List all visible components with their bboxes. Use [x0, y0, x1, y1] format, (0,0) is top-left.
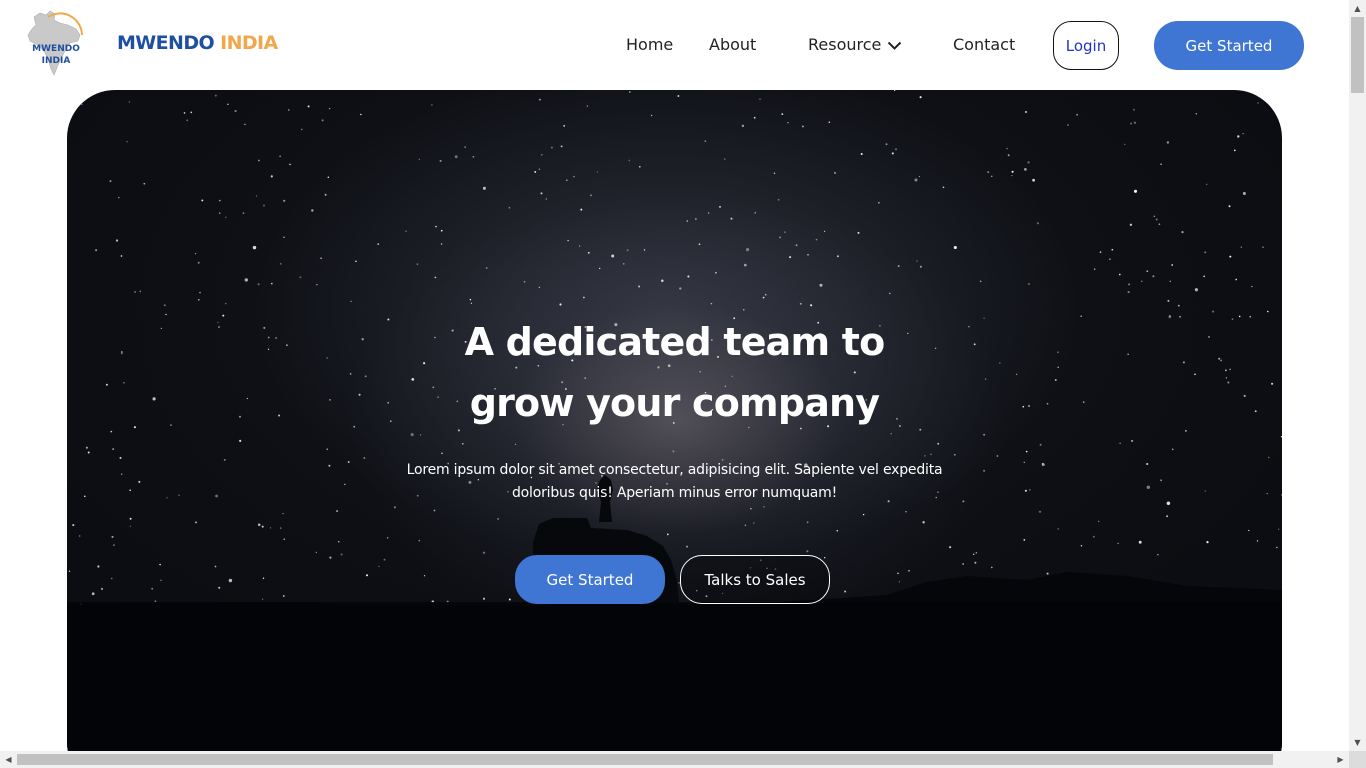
- arrow-left-icon[interactable]: ◀: [0, 751, 17, 768]
- hero-get-started-button[interactable]: Get Started: [515, 555, 665, 604]
- scrollbar-corner: [1349, 751, 1366, 768]
- hero-subtitle-line2: doloribus quis! Aperiam minus error numq…: [512, 485, 837, 501]
- hero-subtitle: Lorem ipsum dolor sit amet consectetur, …: [367, 459, 982, 505]
- logo-text-line2: INDIA: [41, 56, 71, 66]
- brand-name-part1: MWENDO: [117, 32, 215, 54]
- talk-to-sales-button[interactable]: Talks to Sales: [680, 555, 830, 604]
- login-button[interactable]: Login: [1053, 21, 1119, 70]
- hero-subtitle-line1: Lorem ipsum dolor sit amet consectetur, …: [406, 462, 943, 478]
- hero-title: A dedicated team to grow your company: [67, 312, 1282, 434]
- brand-name-part2: INDIA: [220, 32, 278, 54]
- nav-contact[interactable]: Contact: [953, 35, 1015, 54]
- page: MWENDO INDIA MWENDO INDIA Home About Res…: [0, 0, 1366, 768]
- nav-about[interactable]: About: [709, 35, 756, 54]
- hero-title-line2: grow your company: [469, 381, 880, 425]
- arrow-right-icon[interactable]: ▶: [1332, 751, 1349, 768]
- nav-home[interactable]: Home: [626, 35, 673, 54]
- site-header: MWENDO INDIA MWENDO INDIA Home About Res…: [0, 0, 1349, 90]
- arrow-down-icon[interactable]: ▼: [1349, 734, 1366, 751]
- logo[interactable]: MWENDO INDIA: [24, 9, 88, 79]
- get-started-button[interactable]: Get Started: [1154, 21, 1304, 70]
- horizontal-scrollbar[interactable]: ◀ ▶: [0, 751, 1349, 768]
- brand-name[interactable]: MWENDO INDIA: [117, 32, 278, 54]
- hero-title-line1: A dedicated team to: [464, 320, 886, 364]
- arrow-up-icon[interactable]: ▲: [1349, 0, 1366, 17]
- vertical-scrollbar[interactable]: ▲ ▼: [1349, 0, 1366, 751]
- logo-text-line1: MWENDO: [32, 44, 80, 54]
- nav-resource[interactable]: Resource: [808, 35, 902, 54]
- hero-section: A dedicated team to grow your company Lo…: [67, 90, 1282, 768]
- chevron-down-icon: [887, 41, 902, 51]
- nav-resource-label: Resource: [808, 35, 882, 54]
- horizontal-scrollbar-thumb[interactable]: [17, 754, 1273, 765]
- vertical-scrollbar-thumb[interactable]: [1351, 17, 1364, 93]
